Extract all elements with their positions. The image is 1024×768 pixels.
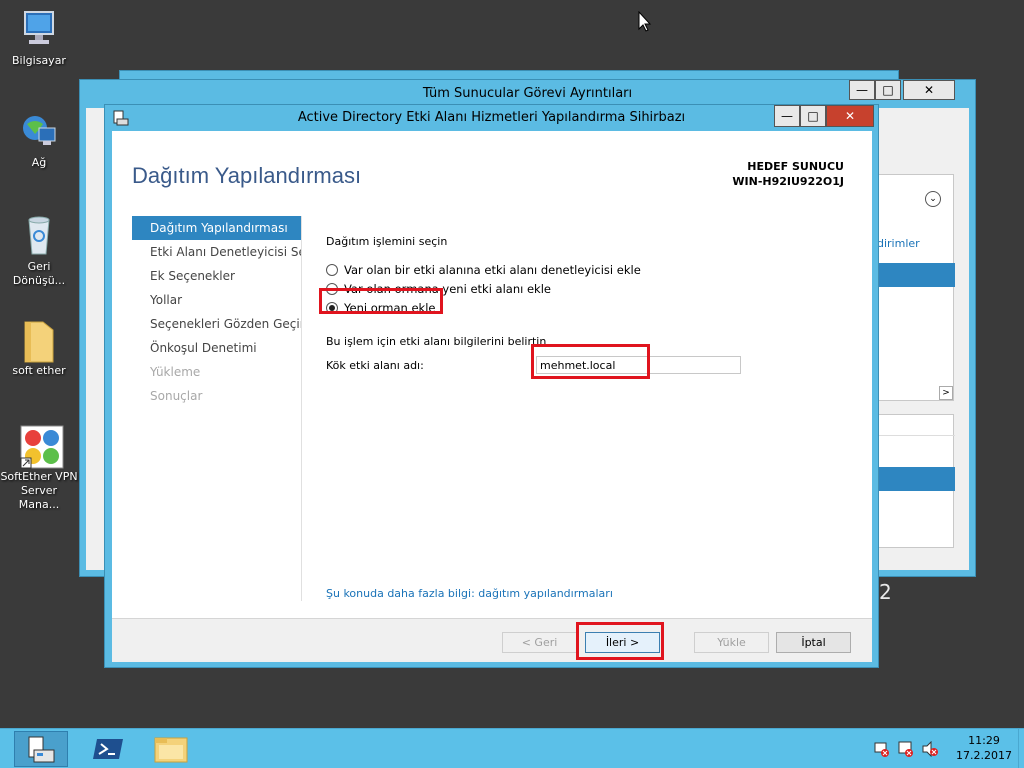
server-manager-taskbar-button[interactable] (14, 731, 68, 767)
wizard-window[interactable]: Active Directory Etki Alanı Hizmetleri Y… (104, 104, 879, 668)
bg-panel-bottom (876, 414, 955, 548)
server-manager-icon (28, 736, 55, 763)
option-add-dc[interactable]: Var olan bir etki alanına etki alanı den… (326, 260, 846, 279)
clock-time: 11:29 (968, 734, 1000, 747)
wizard-footer: < Geri İleri > Yükle İptal (112, 618, 872, 662)
nav-item-additional-options[interactable]: Ek Seçenekler (132, 264, 301, 288)
clock[interactable]: 11:29 17.2.2017 (956, 733, 1012, 763)
desktop-icon-label: SoftEther VPN Server Mana... (0, 470, 78, 511)
highlight-new-forest (319, 288, 443, 314)
highlight-next-button (576, 622, 664, 660)
action-center-icon[interactable] (898, 741, 914, 760)
bg-partial-text: 2 (879, 580, 892, 604)
desktop-icon-label: soft ether (12, 364, 66, 377)
desktop-icon-label: Ağ (31, 156, 47, 169)
wizard-title: Active Directory Etki Alanı Hizmetleri Y… (297, 110, 686, 125)
back-button[interactable]: < Geri (502, 632, 577, 653)
folder-icon (154, 737, 188, 763)
desktop-icon-label: Geri Dönüşü... (12, 260, 66, 287)
target-server-label: HEDEF SUNUCU (747, 160, 844, 173)
maximize-button[interactable]: □ (800, 105, 826, 127)
server-manager-icon (113, 110, 129, 129)
nav-item-dc-options[interactable]: Etki Alanı Denetleyicisi Se... (132, 240, 301, 264)
desktop-icon-softether-vpn[interactable]: SoftEther VPN Server Mana... (0, 424, 78, 512)
root-domain-label: Kök etki alanı adı: (326, 359, 424, 372)
install-button[interactable]: Yükle (694, 632, 769, 653)
highlight-root-domain (531, 344, 650, 379)
nav-item-paths[interactable]: Yollar (132, 288, 301, 312)
desktop-icon-soft-ether-folder[interactable]: soft ether (2, 318, 76, 378)
softether-icon (19, 424, 64, 469)
recycle-bin-icon (19, 214, 59, 256)
operation-label: Dağıtım işlemini seçin (326, 235, 448, 248)
bg-selected-row[interactable] (877, 467, 955, 491)
wizard-client: Dağıtım Yapılandırması HEDEF SUNUCU WIN-… (112, 131, 872, 662)
target-server-name: WIN-H92IU922O1J (732, 175, 844, 188)
nav-item-results: Sonuçlar (150, 389, 203, 403)
close-button[interactable]: ✕ (903, 80, 955, 100)
computer-icon (19, 8, 59, 50)
minimize-button[interactable]: — (849, 80, 875, 100)
nav-item-review-options[interactable]: Seçenekleri Gözden Geçir (132, 312, 301, 336)
powershell-taskbar-button[interactable] (84, 731, 134, 767)
bg-link[interactable]: dirimler (877, 237, 920, 250)
close-button[interactable]: ✕ (826, 105, 874, 127)
bg-panel-top: ⌄ dirimler > (876, 174, 955, 401)
option-label: Var olan bir etki alanına etki alanı den… (344, 262, 641, 277)
clock-date: 17.2.2017 (956, 749, 1012, 762)
target-server-box: HEDEF SUNUCU WIN-H92IU922O1J (732, 159, 844, 189)
maximize-button[interactable]: □ (875, 80, 901, 100)
chevron-down-icon[interactable]: ⌄ (925, 191, 941, 207)
volume-muted-icon[interactable] (922, 740, 938, 760)
wizard-nav: Dağıtım Yapılandırması Etki Alanı Denetl… (132, 216, 302, 601)
file-explorer-taskbar-button[interactable] (146, 731, 196, 767)
scroll-right-icon[interactable]: > (939, 386, 953, 400)
radio-button[interactable] (326, 263, 338, 276)
network-icon (19, 110, 59, 152)
desktop-icon-recycle-bin[interactable]: Geri Dönüşü... (2, 214, 76, 288)
nav-item-installation: Yükleme (150, 365, 201, 379)
minimize-button[interactable]: — (774, 105, 800, 127)
nav-item-deployment-config[interactable]: Dağıtım Yapılandırması (132, 216, 301, 240)
bg-selected-row[interactable] (877, 263, 955, 287)
network-status-icon[interactable] (874, 741, 890, 760)
folder-icon (19, 318, 59, 363)
desktop-icon-label: Bilgisayar (12, 54, 66, 67)
show-desktop-button[interactable] (1018, 729, 1024, 768)
taskbar: 11:29 17.2.2017 (0, 728, 1024, 768)
mouse-cursor-icon (638, 10, 652, 36)
cancel-button[interactable]: İptal (776, 632, 851, 653)
nav-item-prerequisites[interactable]: Önkoşul Denetimi (132, 336, 301, 360)
desktop-icon-network[interactable]: Ağ (2, 110, 76, 170)
desktop-icon-computer[interactable]: Bilgisayar (2, 8, 76, 68)
more-info-link[interactable]: Şu konuda daha fazla bilgi: dağıtım yapı… (326, 587, 613, 600)
page-title: Dağıtım Yapılandırması (132, 163, 362, 188)
powershell-icon (93, 739, 123, 759)
